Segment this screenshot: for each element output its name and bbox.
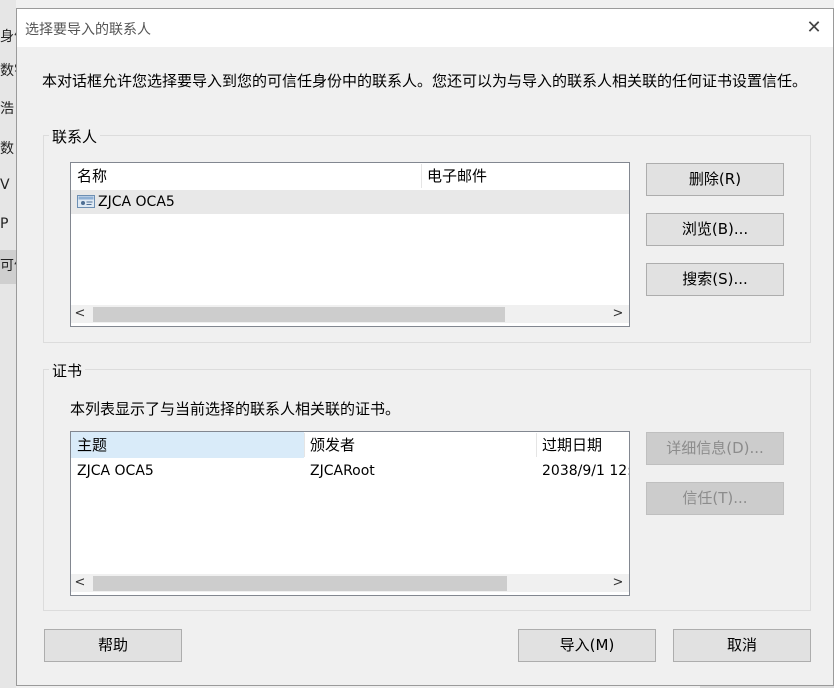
search-button[interactable]: 搜索(S)... bbox=[646, 263, 784, 296]
background-text: P bbox=[0, 216, 9, 232]
background-text: 可信 bbox=[0, 258, 16, 274]
background-text: 数字 bbox=[0, 63, 16, 79]
import-button[interactable]: 导入(M) bbox=[518, 629, 656, 662]
scroll-left-icon[interactable]: < bbox=[71, 574, 89, 592]
scroll-left-icon[interactable]: < bbox=[71, 305, 89, 323]
scroll-thumb[interactable] bbox=[93, 576, 507, 591]
background-text: 数 bbox=[0, 141, 14, 157]
column-header-name[interactable]: 名称 bbox=[71, 163, 421, 189]
contact-name: ZJCA OCA5 bbox=[98, 194, 175, 210]
background-window: 身份 数字 浩 数 V P 可信 bbox=[0, 0, 16, 688]
cancel-button[interactable]: 取消 bbox=[673, 629, 811, 662]
trust-button[interactable]: 信任(T)... bbox=[646, 482, 784, 515]
certificates-list[interactable]: 主题 颁发者 过期日期 ZJCA OCA5 ZJCARoot 2038/9/1 … bbox=[70, 431, 630, 596]
column-header-subject[interactable]: 主题 bbox=[71, 432, 304, 458]
title-bar: 选择要导入的联系人 ✕ bbox=[17, 9, 833, 47]
close-icon[interactable]: ✕ bbox=[801, 15, 827, 41]
contacts-list[interactable]: 名称 电子邮件 ZJCA OCA5 < > bbox=[70, 162, 630, 327]
background-text: V bbox=[0, 177, 10, 193]
certificates-group-label: 证书 bbox=[49, 360, 86, 381]
help-button[interactable]: 帮助 bbox=[44, 629, 182, 662]
import-contacts-dialog: 选择要导入的联系人 ✕ 本对话框允许您选择要导入到您的可信任身份中的联系人。您还… bbox=[16, 8, 834, 686]
scroll-right-icon[interactable]: > bbox=[609, 305, 627, 323]
column-header-expiry[interactable]: 过期日期 bbox=[536, 432, 629, 458]
list-item[interactable]: ZJCA OCA5 bbox=[71, 190, 629, 214]
scroll-right-icon[interactable]: > bbox=[609, 574, 627, 592]
browse-button[interactable]: 浏览(B)... bbox=[646, 213, 784, 246]
dialog-description: 本对话框允许您选择要导入到您的可信任身份中的联系人。您还可以为与导入的联系人相关… bbox=[42, 72, 808, 90]
contacts-group-label: 联系人 bbox=[49, 126, 101, 147]
cert-subject: ZJCA OCA5 bbox=[77, 463, 154, 479]
column-header-issuer[interactable]: 颁发者 bbox=[304, 432, 536, 458]
details-button[interactable]: 详细信息(D)... bbox=[646, 432, 784, 465]
scroll-thumb[interactable] bbox=[93, 307, 505, 322]
cert-issuer: ZJCARoot bbox=[310, 463, 375, 479]
cert-expiry: 2038/9/1 12:3 bbox=[542, 463, 629, 479]
dialog-title: 选择要导入的联系人 bbox=[25, 22, 151, 38]
certificates-horizontal-scrollbar[interactable]: < > bbox=[71, 574, 629, 592]
background-text: 浩 bbox=[0, 101, 14, 117]
contacts-horizontal-scrollbar[interactable]: < > bbox=[71, 305, 629, 323]
column-header-email[interactable]: 电子邮件 bbox=[421, 163, 629, 189]
table-row[interactable]: ZJCA OCA5 ZJCARoot 2038/9/1 12:3 bbox=[71, 459, 629, 483]
certificates-note: 本列表显示了与当前选择的联系人相关联的证书。 bbox=[70, 400, 401, 418]
background-text: 身份 bbox=[0, 29, 16, 45]
delete-button[interactable]: 删除(R) bbox=[646, 163, 784, 196]
